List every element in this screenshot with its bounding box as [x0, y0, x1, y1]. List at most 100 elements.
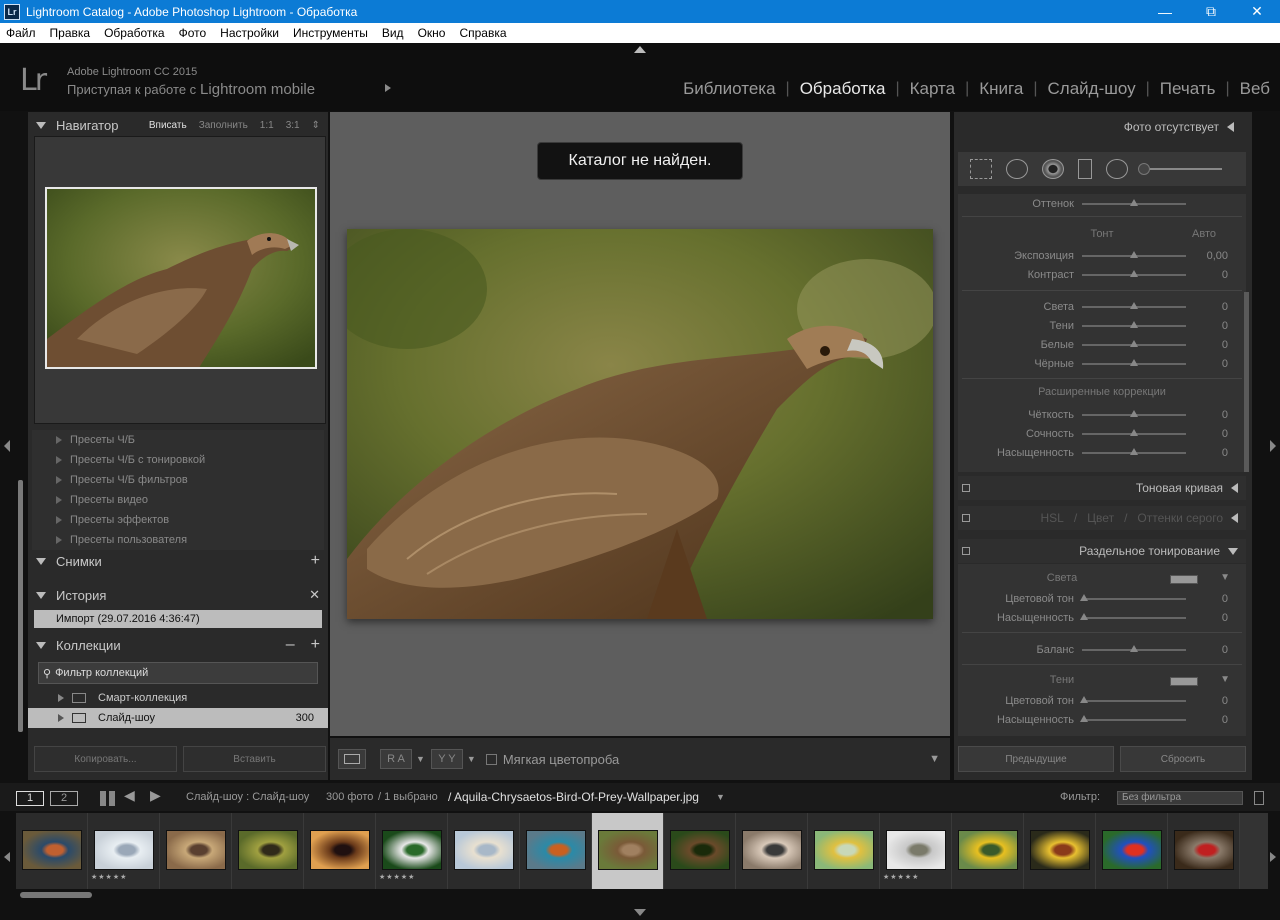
- history-header[interactable]: История ✕: [28, 582, 328, 608]
- collections-header[interactable]: Коллекции – +: [28, 632, 328, 658]
- reset-button[interactable]: Сбросить: [1120, 746, 1246, 772]
- dropdown-arrow-icon[interactable]: ▼: [1220, 674, 1230, 685]
- add-snapshot-icon[interactable]: +: [311, 552, 328, 570]
- smart-collection-item[interactable]: Смарт-коллекция: [28, 688, 328, 708]
- filmstrip-thumbnail[interactable]: [16, 813, 88, 889]
- preset-folder[interactable]: Пресеты Ч/Б: [32, 430, 324, 450]
- module-slideshow[interactable]: Слайд-шоу: [1038, 79, 1146, 99]
- filmstrip-thumbnail[interactable]: [1096, 813, 1168, 889]
- module-web[interactable]: Веб: [1230, 79, 1280, 99]
- image-view[interactable]: Каталог не найден.: [330, 112, 950, 736]
- menu-view[interactable]: Вид: [382, 26, 404, 40]
- preset-folder[interactable]: Пресеты пользователя: [32, 530, 324, 550]
- menu-photo[interactable]: Фото: [179, 26, 207, 40]
- filmstrip-thumbnail[interactable]: [304, 813, 376, 889]
- filmstrip-thumbnail[interactable]: [952, 813, 1024, 889]
- navigator-header[interactable]: Навигатор Вписать Заполнить 1:1 3:1 ⇕: [28, 112, 328, 138]
- module-map[interactable]: Карта: [900, 79, 966, 99]
- filmstrip-thumbnail[interactable]: ★★★★★: [880, 813, 952, 889]
- toggle-switch-icon[interactable]: [962, 514, 970, 522]
- preset-folder[interactable]: Пресеты эффектов: [32, 510, 324, 530]
- dropdown-arrow-icon[interactable]: ▼: [467, 754, 476, 764]
- before-after-ra-button[interactable]: R A: [380, 749, 412, 769]
- red-eye-icon[interactable]: [1042, 159, 1064, 179]
- shadows-color-swatch[interactable]: [1170, 677, 1198, 686]
- filmstrip-thumbnail[interactable]: [1024, 813, 1096, 889]
- menu-settings[interactable]: Настройки: [220, 26, 279, 40]
- auto-button[interactable]: Авто: [1192, 228, 1216, 240]
- highlights-slider[interactable]: Света 0: [958, 297, 1246, 316]
- mobile-banner[interactable]: Приступая к работе с Lightroom mobile: [67, 81, 315, 98]
- filmstrip-thumbnail[interactable]: [520, 813, 592, 889]
- module-develop[interactable]: Обработка: [790, 79, 896, 99]
- window-2-button[interactable]: 2: [50, 791, 78, 806]
- balance-slider[interactable]: Баланс 0: [958, 640, 1246, 659]
- saturation-slider[interactable]: Насыщенность 0: [958, 443, 1246, 462]
- soft-proof-checkbox[interactable]: [485, 753, 497, 765]
- play-arrow-icon[interactable]: [385, 84, 391, 92]
- spot-removal-icon[interactable]: [1006, 159, 1028, 179]
- hsl-tab[interactable]: HSL: [1040, 511, 1063, 525]
- filmstrip-source[interactable]: Слайд-шоу : Слайд-шоу: [186, 791, 309, 803]
- collapse-top-icon[interactable]: [634, 46, 646, 53]
- back-arrow-icon[interactable]: ◀: [124, 787, 135, 804]
- star-rating[interactable]: ★★★★★: [379, 873, 415, 881]
- navigator-thumbnail[interactable]: [45, 187, 317, 369]
- filmstrip-thumbnail[interactable]: [808, 813, 880, 889]
- filmstrip-thumbnail[interactable]: [232, 813, 304, 889]
- highlights-color-swatch[interactable]: [1170, 575, 1198, 584]
- right-panel-scrollbar[interactable]: [1244, 292, 1249, 472]
- loupe-view-icon[interactable]: [338, 749, 366, 769]
- adjustment-brush-slider[interactable]: [1138, 163, 1222, 175]
- clarity-slider[interactable]: Чёткость 0: [958, 405, 1246, 424]
- whites-slider[interactable]: Белые 0: [958, 335, 1246, 354]
- filter-dropdown[interactable]: Без фильтра: [1117, 791, 1243, 805]
- toolbar-menu-arrow-icon[interactable]: ▼: [929, 753, 940, 765]
- previous-button[interactable]: Предыдущие: [958, 746, 1114, 772]
- restore-button[interactable]: ⧉: [1188, 0, 1234, 23]
- slideshow-collection-item[interactable]: Слайд-шоу 300: [28, 708, 328, 728]
- split-toning-header[interactable]: Раздельное тонирование: [958, 539, 1246, 563]
- filter-lock-icon[interactable]: [1254, 791, 1264, 805]
- dropdown-arrow-icon[interactable]: ▼: [1220, 572, 1230, 583]
- vibrance-slider[interactable]: Сочность 0: [958, 424, 1246, 443]
- dropdown-arrow-icon[interactable]: ▼: [416, 754, 425, 764]
- color-tab[interactable]: Цвет: [1087, 511, 1114, 525]
- split-hue-slider[interactable]: Цветовой тон 0: [958, 589, 1246, 608]
- menu-develop[interactable]: Обработка: [104, 26, 165, 40]
- snapshots-header[interactable]: Снимки +: [28, 548, 328, 574]
- tint-slider[interactable]: Оттенок: [958, 194, 1246, 213]
- zoom-3-1[interactable]: 3:1: [286, 120, 300, 131]
- zoom-fill[interactable]: Заполнить: [199, 120, 248, 131]
- module-book[interactable]: Книга: [969, 79, 1033, 99]
- menu-tools[interactable]: Инструменты: [293, 26, 368, 40]
- window-1-button[interactable]: 1: [16, 791, 44, 806]
- filmstrip-thumbnail[interactable]: [664, 813, 736, 889]
- filmstrip-scroll-right-icon[interactable]: [1270, 852, 1276, 862]
- filmstrip-thumbnail[interactable]: [1168, 813, 1240, 889]
- filename-dropdown-icon[interactable]: ▼: [716, 792, 725, 802]
- filmstrip-thumbnail[interactable]: ★★★★★: [376, 813, 448, 889]
- toggle-switch-icon[interactable]: [962, 484, 970, 492]
- forward-arrow-icon[interactable]: ▶: [150, 787, 161, 804]
- preset-folder[interactable]: Пресеты видео: [32, 490, 324, 510]
- module-library[interactable]: Библиотека: [673, 79, 785, 99]
- filmstrip-thumbnail[interactable]: [592, 813, 664, 889]
- preset-folder[interactable]: Пресеты Ч/Б фильтров: [32, 470, 324, 490]
- collapse-bottom-icon[interactable]: [634, 909, 646, 916]
- menu-edit[interactable]: Правка: [50, 26, 91, 40]
- collection-filter-input[interactable]: ⚲ Фильтр коллекций: [38, 662, 318, 684]
- shadows-slider[interactable]: Тени 0: [958, 316, 1246, 335]
- navigator-preview[interactable]: [34, 136, 326, 424]
- left-panel-scrollbar[interactable]: [18, 480, 23, 732]
- zoom-1-1[interactable]: 1:1: [260, 120, 274, 131]
- split-saturation-slider[interactable]: Насыщенность 0: [958, 608, 1246, 627]
- menu-window[interactable]: Окно: [418, 26, 446, 40]
- history-item[interactable]: Импорт (29.07.2016 4:36:47): [34, 610, 322, 628]
- zoom-arrows-icon[interactable]: ⇕: [312, 120, 320, 131]
- paste-button[interactable]: Вставить: [183, 746, 326, 772]
- star-rating[interactable]: ★★★★★: [91, 873, 127, 881]
- split-hue-2-slider[interactable]: Цветовой тон 0: [958, 691, 1246, 710]
- close-button[interactable]: ✕: [1234, 0, 1280, 23]
- toggle-switch-icon[interactable]: [962, 547, 970, 555]
